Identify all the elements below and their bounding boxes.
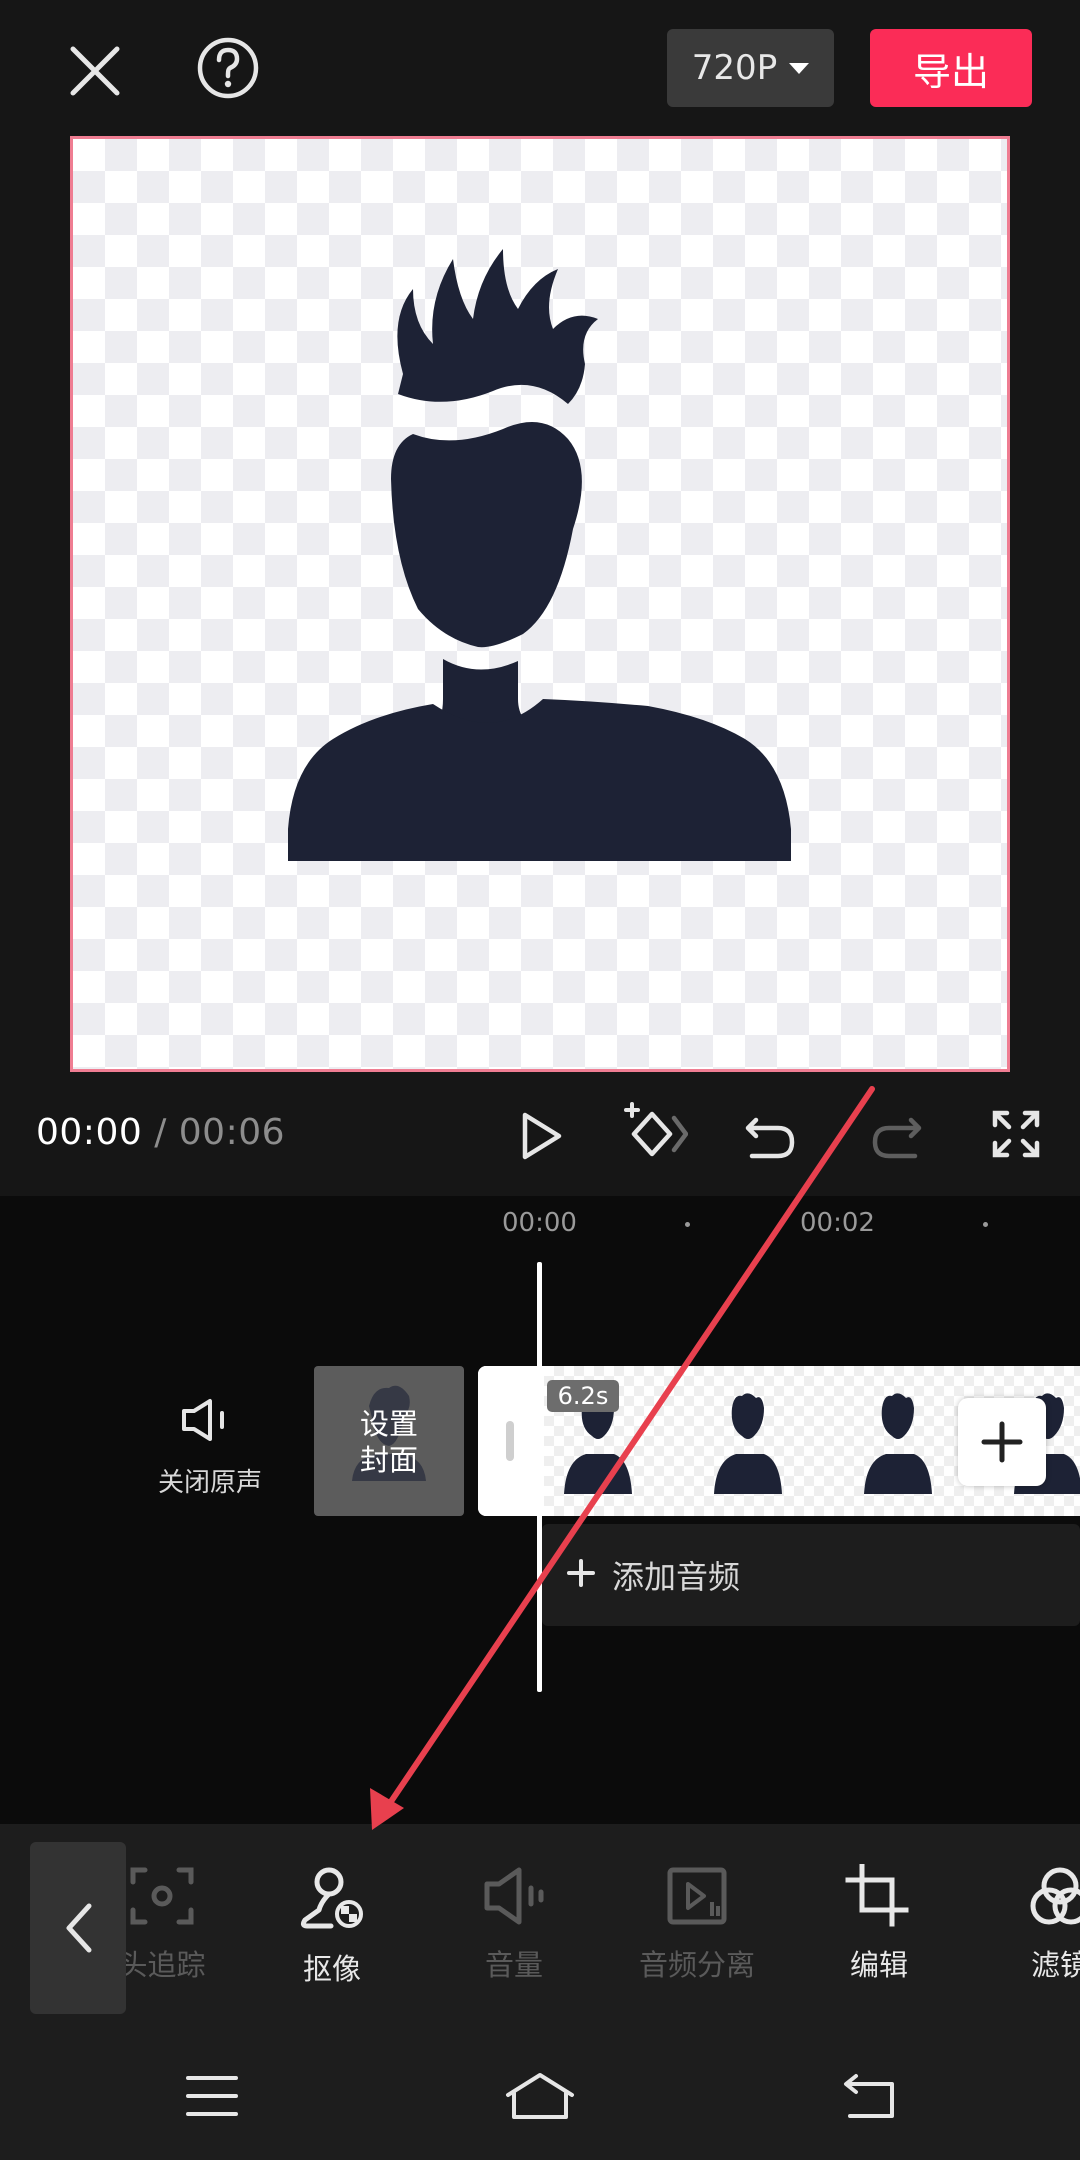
home-icon[interactable] — [500, 2066, 580, 2126]
back-icon[interactable] — [838, 2066, 902, 2126]
annotation-arrow — [370, 1086, 875, 1830]
menu-icon[interactable] — [180, 2066, 244, 2126]
